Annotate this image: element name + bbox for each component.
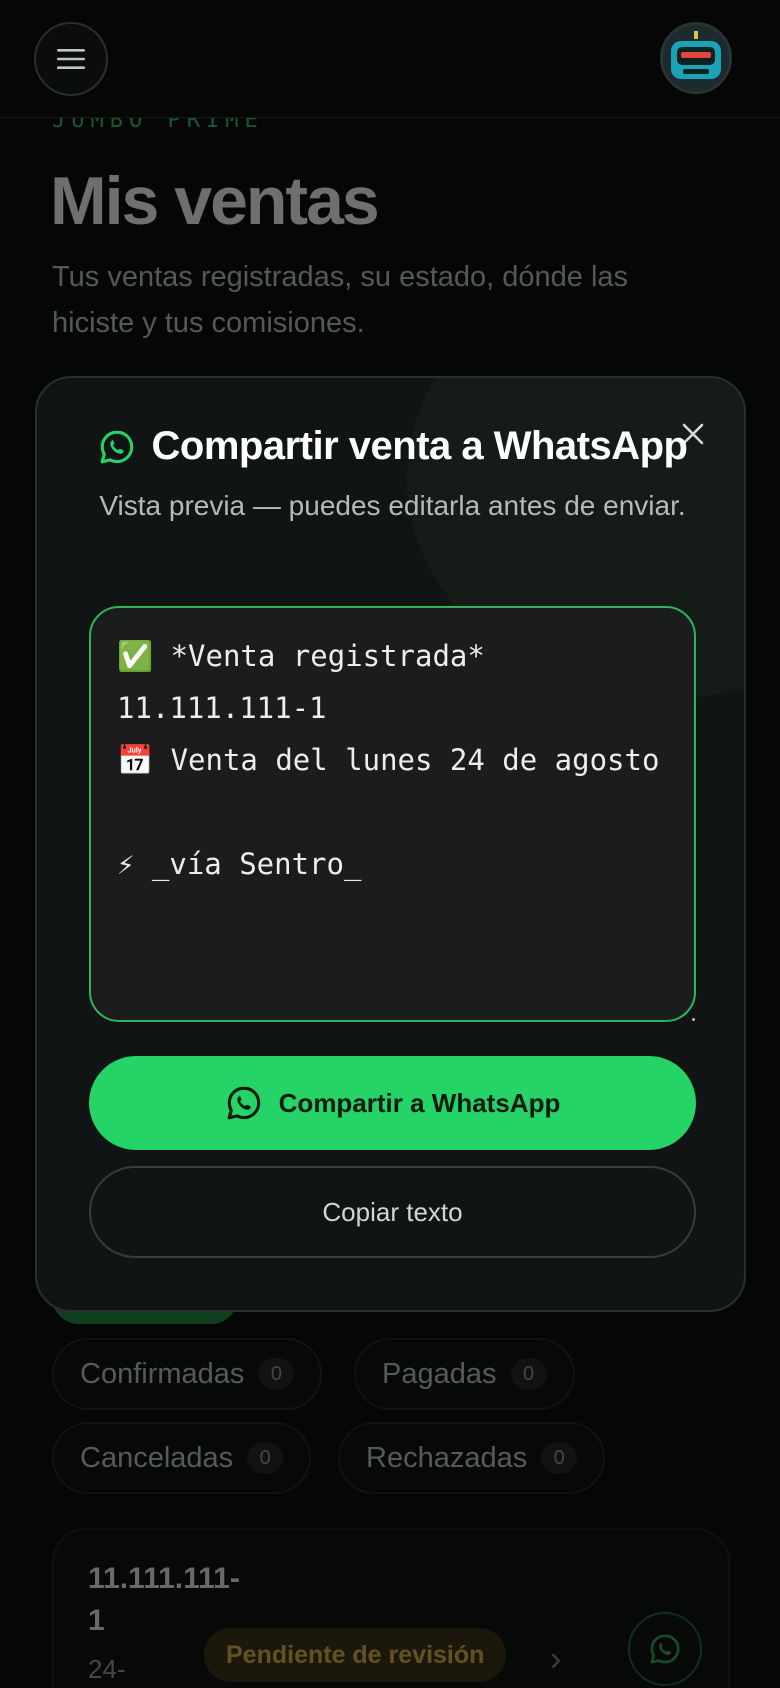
filter-label: Canceladas: [80, 1441, 234, 1474]
filter-confirmadas[interactable]: Confirmadas 0: [52, 1338, 323, 1410]
copy-text-button[interactable]: Copiar texto: [89, 1166, 696, 1258]
sale-date: 24-ago: [88, 1654, 126, 1684]
preview-line: [117, 786, 668, 838]
filter-label: Pagadas: [382, 1357, 497, 1390]
share-whatsapp-button[interactable]: [628, 1612, 702, 1686]
status-badge: Pendiente de revisión: [204, 1628, 507, 1682]
sale-card[interactable]: 11.111.111-1 24-ago Pendiente de revisió…: [52, 1528, 730, 1688]
menu-button[interactable]: [34, 22, 108, 96]
filter-canceladas[interactable]: Canceladas 0: [52, 1422, 312, 1494]
chevron-right-icon[interactable]: ›: [550, 1640, 561, 1679]
sale-id: 11.111.111-1: [88, 1562, 240, 1637]
avatar[interactable]: [660, 22, 732, 94]
preview-line: 📅 Venta del lunes 24 de agosto: [117, 743, 660, 777]
filter-count: 0: [247, 1442, 284, 1474]
preview-line: 11.111.111-1: [117, 691, 327, 725]
filter-pagadas[interactable]: Pagadas 0: [354, 1338, 575, 1410]
menu-icon: [57, 49, 85, 69]
page-title: Mis ventas: [50, 163, 380, 239]
preview-line: ✅ *Venta registrada*: [117, 639, 485, 673]
filter-rechazadas[interactable]: Rechazadas 0: [338, 1422, 606, 1494]
share-to-whatsapp-button[interactable]: Compartir a WhatsApp: [89, 1056, 696, 1150]
filter-label: Confirmadas: [80, 1357, 245, 1390]
share-button-label: Compartir a WhatsApp: [278, 1087, 561, 1118]
message-preview-textarea[interactable]: ✅ *Venta registrada* 11.111.111-1 📅 Vent…: [89, 606, 696, 1022]
top-bar: [0, 0, 780, 118]
filter-count: 0: [258, 1358, 295, 1390]
whatsapp-icon: [227, 1086, 260, 1120]
robot-avatar-icon: [663, 25, 729, 91]
whatsapp-icon: [100, 430, 133, 463]
copy-button-label: Copiar texto: [322, 1196, 463, 1227]
filter-label: Rechazadas: [366, 1441, 528, 1474]
textarea-resize-handle[interactable]: [692, 1018, 695, 1021]
modal-subtitle: Vista previa — puedes editarla antes de …: [99, 490, 686, 521]
page-subtitle: Tus ventas registradas, su estado, dónde…: [52, 261, 629, 339]
whatsapp-icon: [650, 1634, 680, 1664]
filter-count: 0: [541, 1442, 578, 1474]
preview-line: ⚡ _vía Sentro_: [117, 847, 362, 881]
modal-title: Compartir venta a WhatsApp: [151, 424, 688, 468]
filter-count: 0: [510, 1358, 547, 1390]
modal-header: Compartir venta a WhatsApp: [37, 424, 744, 469]
share-whatsapp-modal: Compartir venta a WhatsApp Vista previa …: [35, 376, 746, 1312]
